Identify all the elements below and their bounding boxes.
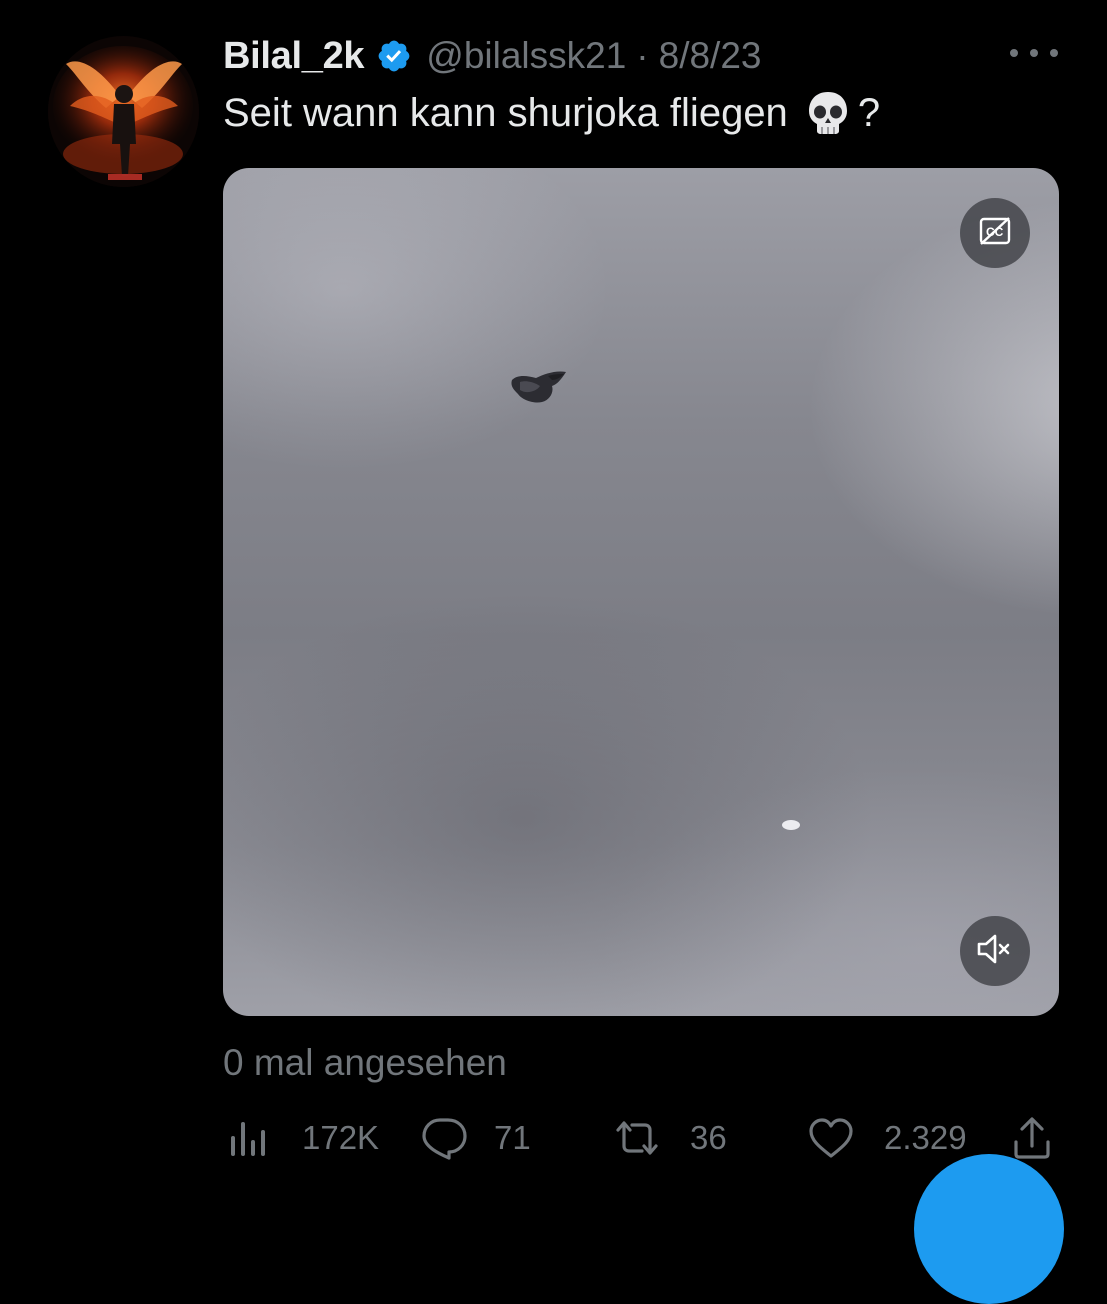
video-player[interactable]: CC	[223, 168, 1059, 1016]
tweet-text: Seit wann kann shurjoka fliegen ?	[223, 90, 880, 136]
analytics-button[interactable]: 172K	[228, 1110, 379, 1166]
user-handle[interactable]: @bilalssk21	[426, 35, 626, 77]
share-icon	[1012, 1116, 1052, 1160]
tweet-text-main: Seit wann kann shurjoka fliegen	[223, 90, 788, 135]
tweet-date[interactable]: 8/8/23	[659, 35, 762, 77]
avatar-image	[48, 36, 199, 187]
verified-badge-icon	[376, 38, 412, 74]
mute-button[interactable]	[960, 916, 1030, 986]
more-dot	[1010, 49, 1018, 57]
reply-icon	[420, 1116, 468, 1160]
more-options-icon[interactable]	[1010, 38, 1058, 68]
analytics-icon	[228, 1118, 268, 1158]
skull-emoji-icon	[806, 90, 850, 136]
compose-fab-button[interactable]	[914, 1154, 1064, 1304]
heart-icon	[808, 1117, 854, 1159]
analytics-count: 172K	[302, 1119, 380, 1156]
tweet[interactable]: Bilal_2k @bilalssk21 · 8/8/23 Seit wann …	[0, 0, 1107, 1304]
display-name[interactable]: Bilal_2k	[223, 35, 365, 78]
flying-object	[511, 371, 566, 403]
captions-off-icon: CC	[978, 216, 1012, 251]
captions-off-button[interactable]: CC	[960, 198, 1030, 268]
reply-button[interactable]: 71	[420, 1110, 531, 1166]
share-button[interactable]	[1012, 1110, 1052, 1166]
more-dot	[1030, 49, 1038, 57]
reply-count: 71	[494, 1119, 531, 1156]
like-button[interactable]: 2.329	[808, 1110, 967, 1166]
tweet-text-question: ?	[857, 90, 881, 135]
action-bar: 172K 71 36 2.329	[0, 1110, 1107, 1166]
more-dot	[1050, 49, 1058, 57]
retweet-icon	[612, 1118, 662, 1158]
view-count-text: 0 mal angesehen	[223, 1042, 507, 1083]
volume-muted-icon	[976, 933, 1014, 970]
separator-dot: ·	[636, 35, 649, 76]
avatar[interactable]	[48, 36, 199, 187]
retweet-button[interactable]: 36	[612, 1110, 727, 1166]
tweet-header: Bilal_2k @bilalssk21 · 8/8/23	[223, 30, 762, 82]
light-speck	[782, 820, 800, 830]
retweet-count: 36	[690, 1119, 727, 1156]
like-count: 2.329	[884, 1119, 967, 1156]
